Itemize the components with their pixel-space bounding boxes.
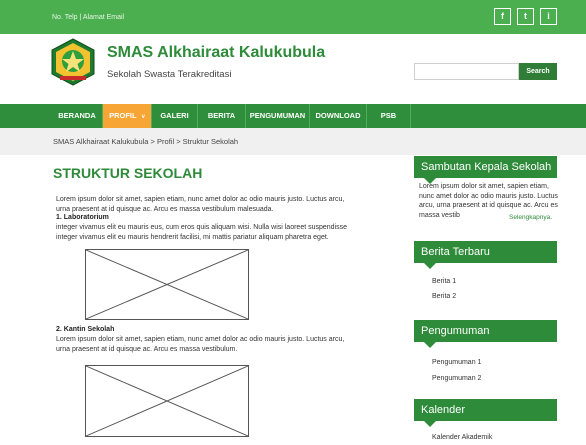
search-input[interactable] <box>414 63 519 80</box>
calendar-heading: Kalender <box>414 399 557 427</box>
announcement-item[interactable]: Pengumuman 2 <box>432 375 481 382</box>
contact-info: No. Telp | Alamat Email <box>52 14 125 21</box>
section-laboratorium-title: 1. Laboratorium <box>56 214 109 221</box>
nav-item-profil[interactable]: PROFIL v <box>103 104 152 128</box>
announcement-item[interactable]: Pengumuman 1 <box>432 359 481 366</box>
news-item[interactable]: Berita 2 <box>432 293 456 300</box>
calendar-item[interactable]: Kalender Akademik <box>432 434 492 441</box>
school-logo[interactable] <box>50 38 96 86</box>
main-nav: BERANDA PROFIL v GALERI BERITA PENGUMUMAN… <box>0 104 586 128</box>
intro-text: Lorem ipsum dolor sit amet, sapien etiam… <box>56 196 345 213</box>
nav-item-galeri[interactable]: GALERI <box>152 104 198 128</box>
facebook-icon[interactable]: f <box>494 8 511 25</box>
page-title: STRUKTUR SEKOLAH <box>53 165 203 181</box>
site-subtitle: Sekolah Swasta Terakreditasi <box>107 69 232 80</box>
nav-item-psb[interactable]: PSB <box>367 104 411 128</box>
twitter-icon[interactable]: t <box>517 8 534 25</box>
instagram-icon[interactable]: i <box>540 8 557 25</box>
section-laboratorium-text: integer vivamus elit eu mauris eus, cum … <box>56 224 348 241</box>
welcome-heading: Sambutan Kepala Sekolah <box>414 156 557 184</box>
nav-item-profil-label: PROFIL <box>109 111 137 120</box>
nav-item-download[interactable]: DOWNLOAD <box>310 104 367 128</box>
nav-item-pengumuman[interactable]: PENGUMUMAN <box>246 104 310 128</box>
read-more-link[interactable]: Selengkapnya. <box>509 214 552 221</box>
nav-item-berita[interactable]: BERITA <box>198 104 246 128</box>
news-heading: Berita Terbaru <box>414 241 557 269</box>
laboratorium-image-placeholder <box>85 249 249 320</box>
section-kantin-title: 2. Kantin Sekolah <box>56 326 115 333</box>
announcements-heading: Pengumuman <box>414 320 557 348</box>
site-title[interactable]: SMAS Alkhairaat Kalukubula <box>107 44 325 62</box>
chevron-down-icon: v <box>141 114 145 120</box>
news-item[interactable]: Berita 1 <box>432 278 456 285</box>
breadcrumb[interactable]: SMAS Alkhairaat Kalukubula > Profil > St… <box>53 137 238 146</box>
nav-item-beranda[interactable]: BERANDA <box>52 104 103 128</box>
section-kantin-text: Lorem ipsum dolor sit amet, sapien etiam… <box>56 336 345 353</box>
kantin-image-placeholder <box>85 365 249 437</box>
search-button[interactable]: Search <box>519 63 557 80</box>
top-bar: No. Telp | Alamat Email f t i <box>0 0 586 34</box>
